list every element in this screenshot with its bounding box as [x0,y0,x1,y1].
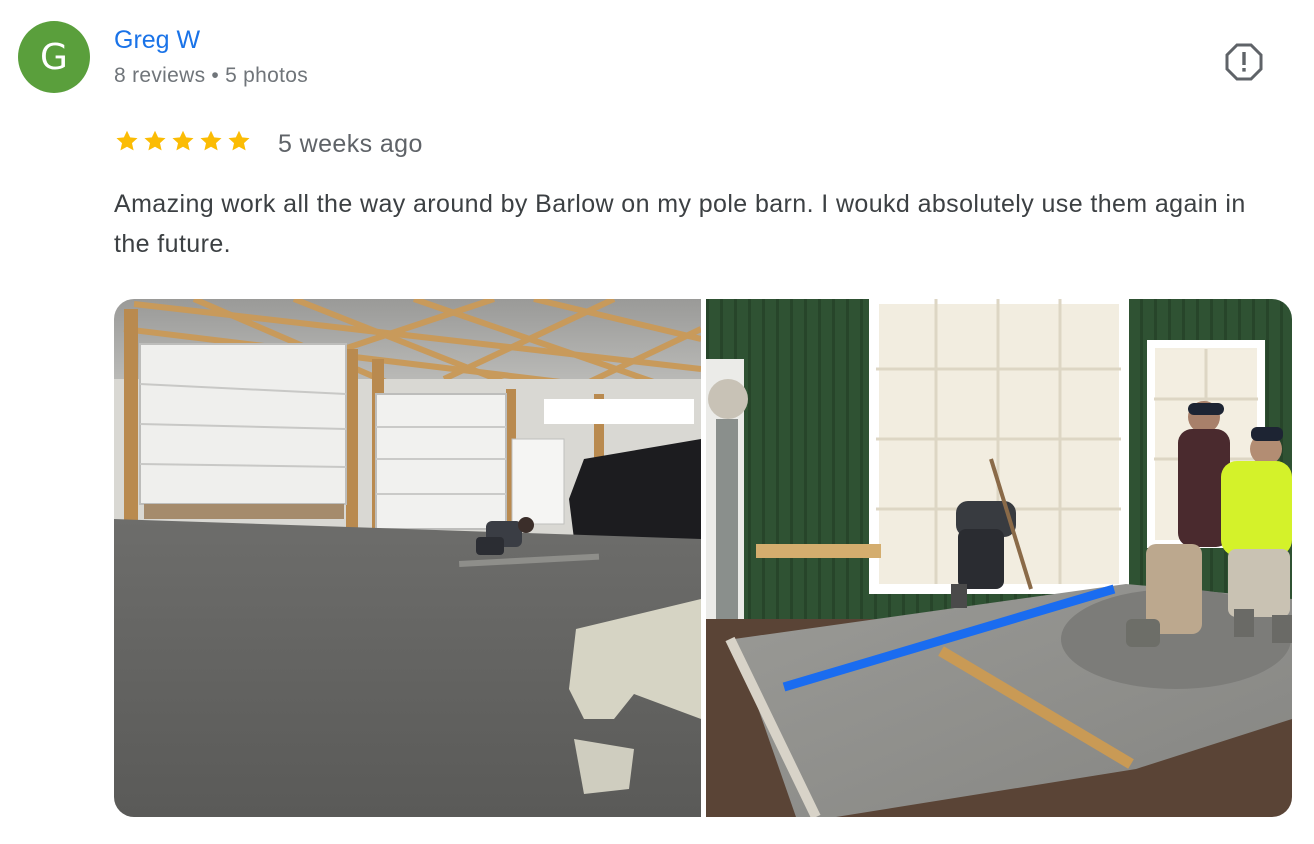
meta-separator: • [211,64,220,87]
driveway-concrete-pour-photo [706,299,1292,817]
author-meta: 8 reviews • 5 photos [114,64,308,88]
avatar-initial: G [40,36,68,78]
review-count: 8 reviews [114,64,206,87]
review-time: 5 weeks ago [278,130,423,158]
star-icon [200,130,222,151]
avatar[interactable]: G [18,21,90,93]
barn-interior-concrete-photo [114,299,701,817]
author-name-link[interactable]: Greg W [114,26,200,55]
star-icon [144,130,166,151]
report-icon [1225,43,1263,81]
star-icon [228,130,250,151]
photo-count: 5 photos [225,64,309,87]
review-photo-2[interactable] [706,299,1292,817]
star-icon [116,130,138,151]
star-icon [172,130,194,151]
report-review-button[interactable] [1224,42,1264,82]
review-text: Amazing work all the way around by Barlo… [114,190,1246,258]
star-rating [114,128,252,154]
review-photo-1[interactable] [114,299,701,817]
